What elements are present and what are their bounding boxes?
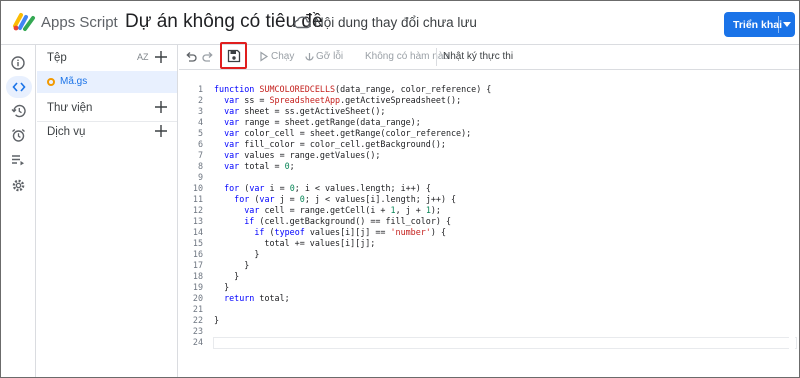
line-number: 1 — [197, 84, 203, 94]
line-number: 8 — [197, 161, 203, 171]
code-line[interactable] — [214, 337, 491, 348]
save-icon[interactable] — [227, 49, 241, 63]
debug-icon[interactable] — [304, 51, 315, 62]
line-number: 7 — [197, 150, 203, 160]
code-line[interactable]: var values = range.getValues(); — [214, 150, 491, 161]
files-title: Tệp — [47, 52, 67, 64]
history-icon[interactable] — [8, 101, 28, 121]
code-line[interactable]: var ss = SpreadsheetApp.getActiveSpreads… — [214, 95, 491, 106]
code-line[interactable]: } — [214, 282, 491, 293]
line-number: 20 — [192, 293, 203, 303]
code-line[interactable]: } — [214, 315, 491, 326]
apps-script-logo — [13, 13, 35, 31]
info-icon[interactable] — [8, 53, 28, 73]
redo-icon[interactable] — [201, 50, 215, 64]
code-line[interactable]: var range = sheet.getRange(data_range); — [214, 117, 491, 128]
line-number: 24 — [192, 337, 203, 347]
code-line[interactable]: if (cell.getBackground() == fill_color) … — [214, 216, 491, 227]
line-number: 13 — [192, 216, 203, 226]
execution-log-button[interactable]: Nhật ký thực thi — [443, 51, 513, 62]
line-number: 23 — [192, 326, 203, 336]
code-line[interactable]: var total = 0; — [214, 161, 491, 172]
code-line[interactable]: for (var j = 0; j < values[i].length; j+… — [214, 194, 491, 205]
code-editor[interactable]: 1 2 3 4 5 6 7 8 9 10 11 12 13 14 15 16 17 18 19 20 21 22 23 24 … — [179, 71, 799, 377]
settings-icon[interactable] — [8, 175, 28, 195]
play-icon[interactable] — [259, 51, 269, 62]
code-icon[interactable] — [6, 76, 32, 98]
code-line[interactable]: } — [214, 249, 491, 260]
code-line[interactable] — [214, 304, 491, 315]
code-line[interactable]: return total; — [214, 293, 491, 304]
code-line[interactable]: var color_cell = sheet.getRange(color_re… — [214, 128, 491, 139]
sort-az-button[interactable]: AZ — [137, 52, 149, 62]
line-number: 9 — [197, 172, 203, 182]
debug-button[interactable]: Gỡ lỗi — [316, 51, 343, 62]
app-name: Apps Script — [41, 14, 118, 31]
libraries-row: Thư viện — [37, 97, 177, 121]
code-line[interactable]: function SUMCOLOREDCELLS(data_range, col… — [214, 84, 491, 95]
code-line[interactable]: var sheet = ss.getActiveSheet(); — [214, 106, 491, 117]
code-line[interactable]: var fill_color = color_cell.getBackgroun… — [214, 139, 491, 150]
add-file-icon[interactable] — [153, 49, 169, 65]
line-number: 3 — [197, 106, 203, 116]
code-line[interactable]: } — [214, 271, 491, 282]
line-number: 6 — [197, 139, 203, 149]
line-number-gutter: 1 2 3 4 5 6 7 8 9 10 11 12 13 14 15 16 17 18 19 20 21 22 23 24 — [179, 84, 203, 348]
executions-icon[interactable] — [8, 150, 28, 170]
code-line[interactable]: var cell = range.getCell(i + 1, j + 1); — [214, 205, 491, 216]
line-number: 12 — [192, 205, 203, 215]
file-name: Mã.gs — [60, 76, 88, 87]
add-service-icon[interactable] — [153, 123, 169, 139]
line-number: 19 — [192, 282, 203, 292]
line-number: 15 — [192, 238, 203, 248]
app-window: Apps Script Dự án không có tiêu đề Nội d… — [0, 0, 800, 378]
services-row: Dịch vụ — [37, 121, 177, 145]
services-label: Dịch vụ — [47, 126, 86, 138]
editor-toolbar: Chạy Gỡ lỗi Không có hàm nào Nhật ký thự… — [179, 42, 799, 70]
undo-icon[interactable] — [184, 50, 198, 64]
line-number: 14 — [192, 227, 203, 237]
alarm-icon[interactable] — [8, 125, 28, 145]
line-number: 5 — [197, 128, 203, 138]
line-number: 16 — [192, 249, 203, 259]
code-line[interactable]: } — [214, 260, 491, 271]
editor-scrollbar[interactable] — [789, 73, 795, 377]
cloud-off-icon — [294, 16, 311, 29]
line-number: 18 — [192, 271, 203, 281]
code-content[interactable]: function SUMCOLOREDCELLS(data_range, col… — [214, 84, 491, 348]
code-line[interactable] — [214, 172, 491, 183]
files-header: Tệp AZ — [37, 47, 177, 71]
line-number: 11 — [192, 194, 203, 204]
code-line[interactable]: if (typeof values[i][j] == 'number') { — [214, 227, 491, 238]
line-number: 17 — [192, 260, 203, 270]
toolbar-divider — [436, 48, 437, 66]
code-line[interactable] — [214, 326, 491, 337]
save-status-text: Nội dung thay đổi chưa lưu — [314, 15, 477, 30]
deploy-divider — [778, 16, 779, 33]
add-library-icon[interactable] — [153, 99, 169, 115]
top-bar: Apps Script Dự án không có tiêu đề Nội d… — [1, 1, 799, 45]
libraries-label: Thư viện — [47, 102, 93, 114]
deploy-label: Triển khai — [733, 18, 783, 31]
line-number: 22 — [192, 315, 203, 325]
files-panel: Tệp AZ Mã.gs Thư viện Dịch vụ — [37, 45, 178, 377]
code-line[interactable]: for (var i = 0; i < values.length; i++) … — [214, 183, 491, 194]
run-button[interactable]: Chạy — [271, 51, 294, 62]
line-number: 21 — [192, 304, 203, 314]
deploy-button[interactable]: Triển khai — [724, 12, 795, 37]
line-number: 2 — [197, 95, 203, 105]
code-line[interactable]: total += values[i][j]; — [214, 238, 491, 249]
left-rail — [1, 45, 36, 377]
line-number: 10 — [192, 183, 203, 193]
unsaved-dot-icon — [47, 78, 55, 86]
line-number: 4 — [197, 117, 203, 127]
chevron-down-icon[interactable] — [783, 22, 791, 27]
file-item-ma-gs[interactable]: Mã.gs — [37, 71, 177, 93]
